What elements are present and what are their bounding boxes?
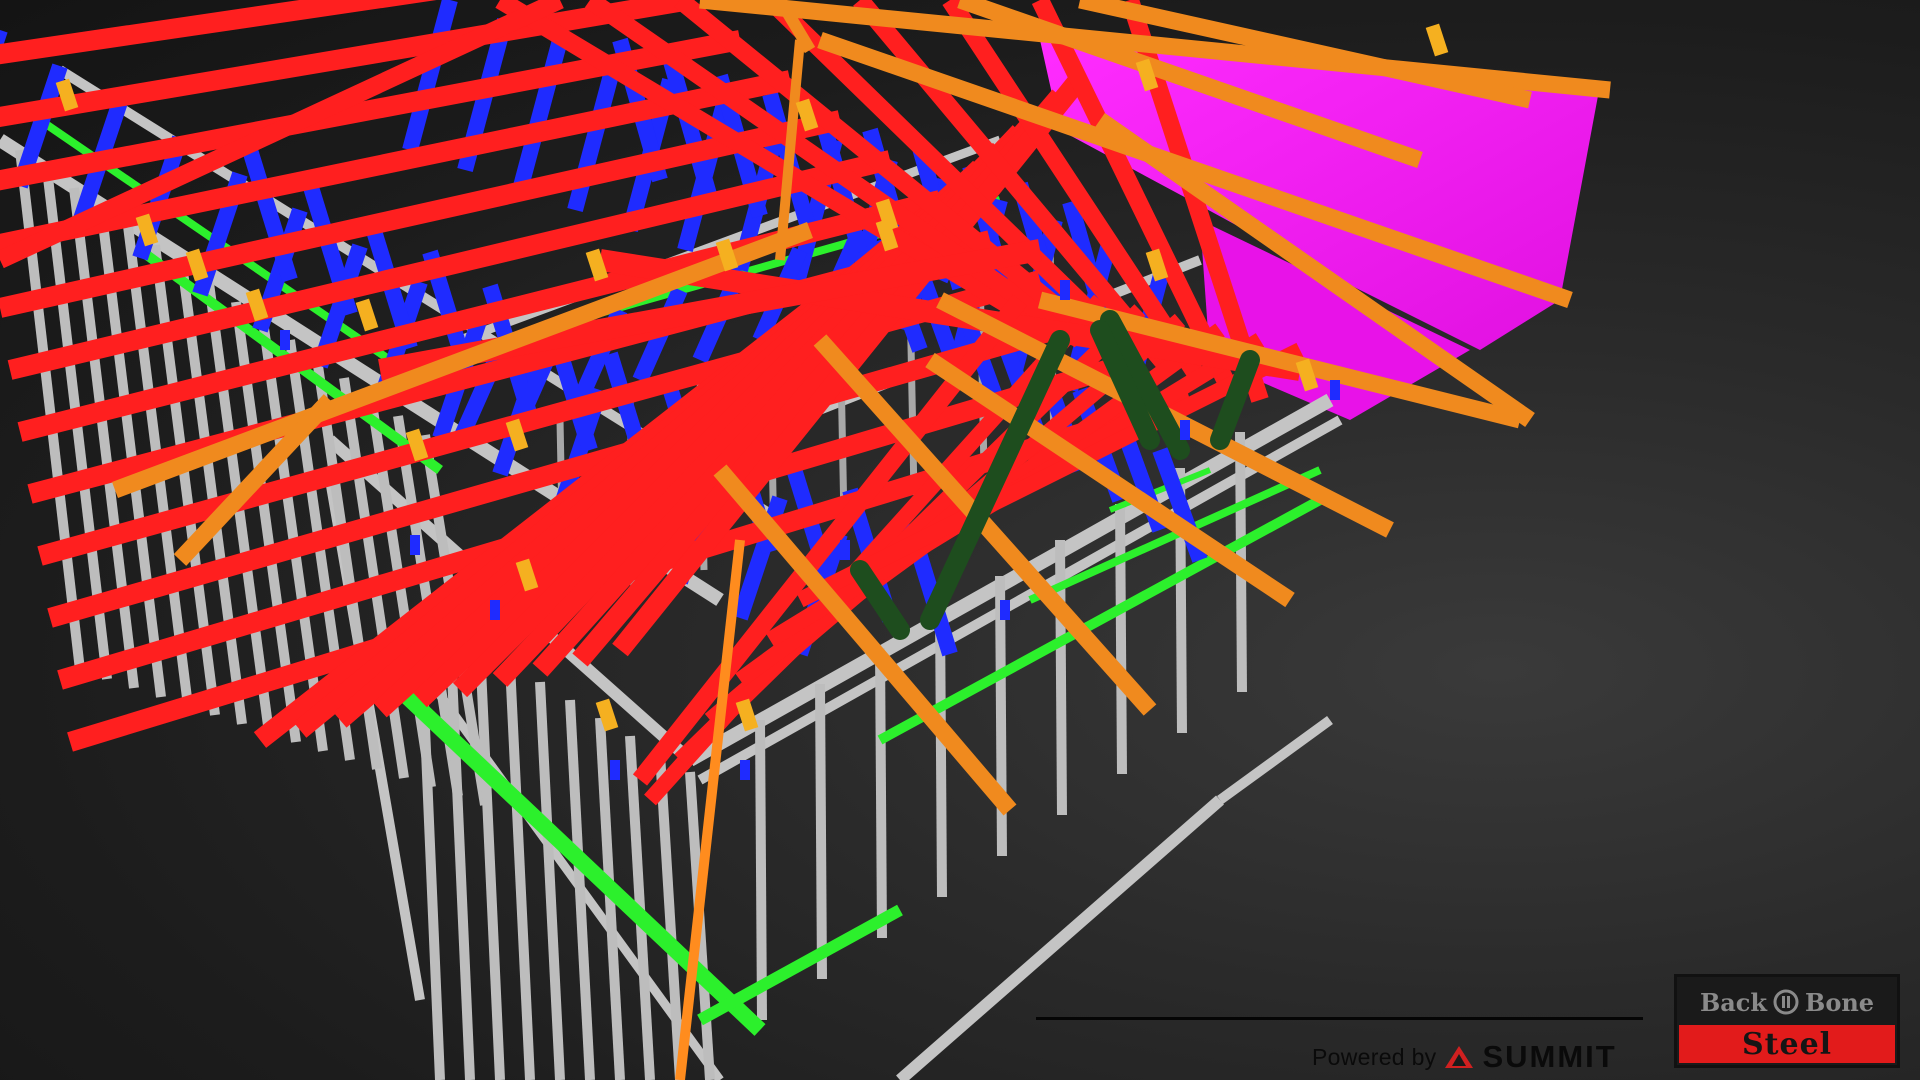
3d-model-viewport[interactable]: Powered by SUMMIT Back Bone Steel [0, 0, 1920, 1080]
powered-by-label: Powered by [1312, 1043, 1437, 1070]
summit-wordmark: SUMMIT [1482, 1039, 1617, 1074]
powered-by-badge[interactable]: Powered by SUMMIT [1312, 1039, 1617, 1074]
backbone-steel-logo: Back Bone Steel [1674, 974, 1900, 1068]
brand-word-right: Bone [1805, 987, 1875, 1017]
viewer-progress-bar [1036, 1017, 1643, 1020]
steel-frame-model [0, 0, 1611, 1080]
brand-top-row: Back Bone [1677, 977, 1897, 1027]
brand-bottom-band: Steel [1679, 1025, 1895, 1063]
summit-logo-icon [1445, 1046, 1474, 1068]
brand-circle-icon [1773, 989, 1799, 1015]
brand-word-bottom: Steel [1741, 1026, 1833, 1062]
brand-word-left: Back [1699, 987, 1768, 1017]
